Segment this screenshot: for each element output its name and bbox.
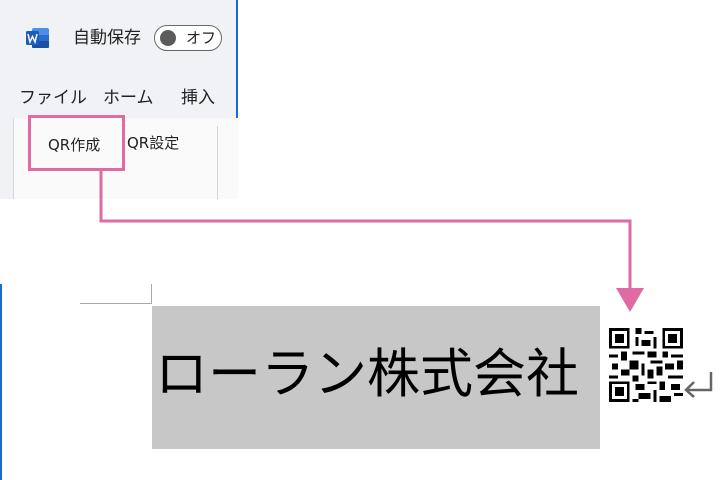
margin-guide-vertical (151, 284, 152, 304)
ribbon-divider (217, 126, 218, 199)
qr-code-image[interactable] (609, 328, 683, 402)
autosave-toggle[interactable]: オフ (154, 25, 222, 51)
qr-create-label: QR作成 (48, 136, 101, 154)
word-app-icon[interactable] (26, 27, 50, 49)
tab-file[interactable]: ファイル (19, 86, 87, 110)
ribbon-area: 自動保存 オフ ファイル ホーム 挿入 QR作成 QR設定 (0, 0, 238, 199)
document-text[interactable]: ローラン株式会社 (155, 340, 579, 410)
tab-home[interactable]: ホーム (103, 86, 154, 110)
return-arrow-icon (684, 372, 713, 398)
document-edge (0, 284, 2, 480)
tab-insert[interactable]: 挿入 (181, 86, 215, 110)
autosave-label: 自動保存 (73, 28, 141, 48)
toggle-knob (160, 30, 176, 46)
qr-settings-button[interactable]: QR設定 (127, 132, 179, 153)
qr-create-button[interactable]: QR作成 (28, 115, 125, 171)
margin-guide-horizontal (80, 303, 152, 304)
autosave-state: オフ (186, 29, 217, 47)
